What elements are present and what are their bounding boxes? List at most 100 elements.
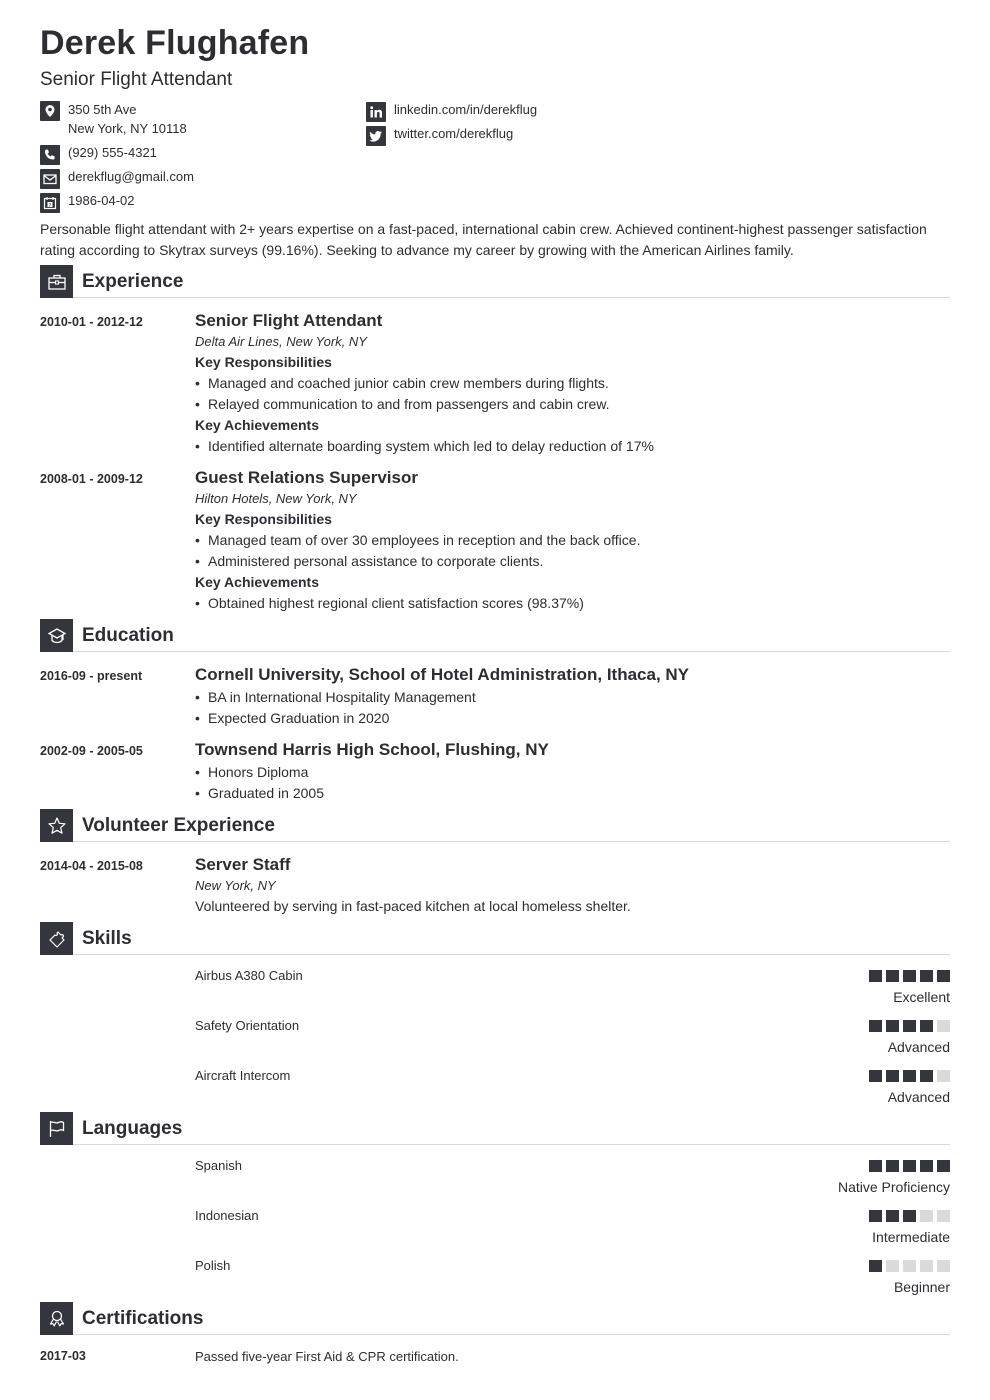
skill-row: Airbus A380 Cabin Excellent bbox=[40, 968, 950, 1008]
twitter-icon bbox=[366, 126, 386, 146]
language-row: Spanish Native Proficiency bbox=[40, 1158, 950, 1198]
responsibility-item: Relayed communication to and from passen… bbox=[195, 394, 950, 415]
rating-box-filled bbox=[920, 1070, 933, 1082]
language-level-label: Intermediate bbox=[872, 1229, 950, 1245]
certification-date: 2017-03 bbox=[40, 1349, 86, 1363]
section-title: Volunteer Experience bbox=[82, 815, 275, 836]
phone-number[interactable]: (929) 555-4321 bbox=[68, 143, 157, 162]
address-line1: 350 5th Ave bbox=[68, 102, 137, 117]
rating-box-filled bbox=[886, 970, 899, 982]
rating-box-empty bbox=[920, 1260, 933, 1272]
address-line2: New York, NY 10118 bbox=[68, 121, 187, 136]
email-address[interactable]: derekflug@gmail.com bbox=[68, 167, 194, 186]
school-name: Townsend Harris High School, Flushing, N… bbox=[195, 740, 549, 759]
job-dates: 2010-01 - 2012-12 bbox=[40, 315, 143, 329]
briefcase-icon bbox=[40, 265, 73, 298]
skill-row: Aircraft Intercom Advanced bbox=[40, 1068, 950, 1108]
section-title: Languages bbox=[82, 1118, 183, 1139]
volunteer-location: New York, NY bbox=[195, 878, 276, 893]
contact-block-right: linkedin.com/in/derekflug twitter.com/de… bbox=[366, 100, 666, 150]
skill-rating bbox=[869, 1020, 950, 1032]
skill-level-label: Advanced bbox=[887, 1089, 950, 1105]
envelope-icon bbox=[40, 169, 60, 189]
language-row: Polish Beginner bbox=[40, 1258, 950, 1298]
section-skills: Skills bbox=[40, 922, 950, 955]
responsibilities-label: Key Responsibilities bbox=[195, 354, 332, 370]
map-pin-icon bbox=[40, 101, 60, 121]
section-education: Education bbox=[40, 619, 950, 652]
language-rating bbox=[869, 1210, 950, 1222]
section-title: Certifications bbox=[82, 1308, 204, 1329]
responsibility-item: Administered personal assistance to corp… bbox=[195, 551, 950, 572]
achievements-label: Key Achievements bbox=[195, 574, 319, 590]
language-level-label: Native Proficiency bbox=[837, 1179, 950, 1195]
skill-row: Safety Orientation Advanced bbox=[40, 1018, 950, 1058]
language-rating bbox=[869, 1160, 950, 1172]
volunteer-description: Volunteered by serving in fast-paced kit… bbox=[195, 898, 631, 914]
section-experience: Experience bbox=[40, 265, 950, 298]
section-certifications: Certifications bbox=[40, 1302, 950, 1335]
language-level-label: Beginner bbox=[893, 1279, 950, 1295]
candidate-title: Senior Flight Attendant bbox=[40, 69, 233, 90]
rating-box-filled bbox=[869, 1070, 882, 1082]
rating-box-empty bbox=[937, 1260, 950, 1272]
section-title: Education bbox=[82, 625, 174, 646]
language-name: Indonesian bbox=[195, 1208, 259, 1223]
rating-box-filled bbox=[920, 970, 933, 982]
rating-box-filled bbox=[869, 1210, 882, 1222]
rating-box-filled bbox=[937, 1160, 950, 1172]
rating-box-filled bbox=[869, 1260, 882, 1272]
responsibility-item: Managed team of over 30 employees in rec… bbox=[195, 530, 950, 551]
volunteer-entry: Server Staff New York, NY Volunteered by… bbox=[195, 854, 950, 917]
birthdate: 1986-04-02 bbox=[68, 193, 135, 208]
responsibilities-label: Key Responsibilities bbox=[195, 511, 332, 527]
language-name: Spanish bbox=[195, 1158, 242, 1173]
language-row: Indonesian Intermediate bbox=[40, 1208, 950, 1248]
job-dates: 2008-01 - 2009-12 bbox=[40, 472, 143, 486]
profile-summary: Personable flight attendant with 2+ year… bbox=[40, 221, 927, 258]
language-name: Polish bbox=[195, 1258, 231, 1273]
calendar-icon: 7 bbox=[40, 193, 60, 213]
job-entry: Senior Flight Attendant Delta Air Lines,… bbox=[195, 310, 950, 457]
section-languages: Languages bbox=[40, 1112, 950, 1145]
award-ribbon-icon bbox=[40, 1302, 73, 1335]
linkedin-icon bbox=[366, 102, 386, 122]
skill-rating bbox=[869, 970, 950, 982]
rating-box-filled bbox=[869, 970, 882, 982]
phone-icon bbox=[40, 145, 60, 165]
achievement-item: Identified alternate boarding system whi… bbox=[195, 436, 950, 457]
education-item: Graduated in 2005 bbox=[195, 783, 950, 804]
achievement-item: Obtained highest regional client satisfa… bbox=[195, 593, 950, 614]
graduation-cap-icon bbox=[40, 619, 73, 652]
section-volunteer: Volunteer Experience bbox=[40, 809, 950, 842]
education-item: BA in International Hospitality Manageme… bbox=[195, 687, 950, 708]
education-item: Honors Diploma bbox=[195, 762, 950, 783]
rating-box-filled bbox=[869, 1020, 882, 1032]
skill-name: Safety Orientation bbox=[195, 1018, 300, 1033]
responsibility-item: Managed and coached junior cabin crew me… bbox=[195, 373, 950, 394]
job-title: Guest Relations Supervisor bbox=[195, 468, 418, 487]
puzzle-piece-icon bbox=[40, 922, 73, 955]
star-icon bbox=[40, 809, 73, 842]
twitter-link[interactable]: twitter.com/derekflug bbox=[394, 124, 513, 143]
rating-box-filled bbox=[903, 970, 916, 982]
linkedin-link[interactable]: linkedin.com/in/derekflug bbox=[394, 100, 537, 119]
candidate-name: Derek Flughafen bbox=[40, 24, 310, 62]
skill-name: Airbus A380 Cabin bbox=[195, 968, 303, 983]
achievements-label: Key Achievements bbox=[195, 417, 319, 433]
rating-box-empty bbox=[937, 1020, 950, 1032]
rating-box-filled bbox=[886, 1020, 899, 1032]
rating-box-empty bbox=[886, 1260, 899, 1272]
job-entry: Guest Relations Supervisor Hilton Hotels… bbox=[195, 467, 950, 614]
rating-box-empty bbox=[937, 1070, 950, 1082]
rating-box-filled bbox=[886, 1160, 899, 1172]
rating-box-empty bbox=[920, 1210, 933, 1222]
section-title: Skills bbox=[82, 928, 132, 949]
volunteer-title: Server Staff bbox=[195, 855, 291, 874]
rating-box-filled bbox=[937, 970, 950, 982]
rating-box-filled bbox=[886, 1210, 899, 1222]
education-entry: Cornell University, School of Hotel Admi… bbox=[195, 664, 950, 729]
rating-box-empty bbox=[903, 1260, 916, 1272]
rating-box-filled bbox=[903, 1160, 916, 1172]
job-title: Senior Flight Attendant bbox=[195, 311, 383, 330]
